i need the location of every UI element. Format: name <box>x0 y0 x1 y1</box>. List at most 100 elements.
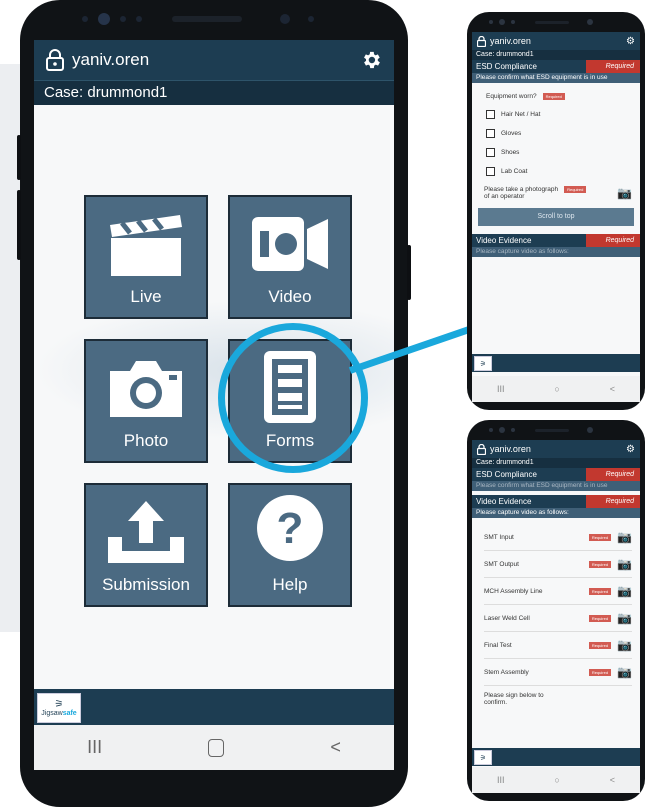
android-nav-bar: III ○ < <box>472 376 640 402</box>
section-prompt: Please confirm what ESD equipment is in … <box>472 73 640 83</box>
checkbox-labcoat[interactable]: Lab Coat <box>486 167 640 176</box>
app-footer: ⚞ <box>472 354 640 372</box>
lock-icon <box>477 35 486 47</box>
gear-icon[interactable] <box>360 49 382 71</box>
mini-required-badge: Required <box>588 641 612 649</box>
video-item-label: SMT Output <box>484 560 519 568</box>
back-button[interactable]: < <box>610 775 615 785</box>
app-header: yaniv.oren <box>34 40 394 80</box>
checkbox-icon[interactable] <box>486 110 495 119</box>
tile-label: Live <box>130 287 162 306</box>
bixby-button <box>17 190 21 260</box>
required-badge: Required <box>586 234 640 247</box>
section-prompt: Please capture video as follows: <box>472 508 640 518</box>
clapperboard-icon <box>110 215 182 276</box>
svg-text:?: ? <box>277 504 304 553</box>
section-title: ESD Compliance <box>476 62 537 71</box>
home-button[interactable]: ○ <box>554 775 559 785</box>
tile-live[interactable]: Live <box>84 195 208 319</box>
jigsawsafe-logo: ⚞ Jigsawsafe <box>37 693 81 723</box>
gear-icon[interactable]: ⚙ <box>626 36 635 47</box>
video-item-laser-weld-cell[interactable]: Laser Weld Cell Required 📷 <box>484 605 632 632</box>
add-video-camera-icon[interactable]: 📷 <box>617 665 632 679</box>
checkbox-label: Hair Net / Hat <box>501 111 541 118</box>
photo-question: Please take a photograph of an operator … <box>484 186 632 200</box>
section-video-evidence[interactable]: Video Evidence Required <box>472 495 640 508</box>
tile-submission[interactable]: Submission <box>84 483 208 607</box>
top-sensors <box>489 427 593 433</box>
photo-prompt: Please take a photograph <box>484 186 559 193</box>
tile-video[interactable]: Video <box>228 195 352 319</box>
forms-highlight-circle <box>218 323 368 473</box>
upload-tray-icon <box>108 501 184 563</box>
back-button[interactable]: < <box>610 384 615 394</box>
app-header: yaniv.oren ⚙ <box>472 32 640 50</box>
home-button[interactable] <box>208 738 225 757</box>
add-video-camera-icon[interactable]: 📷 <box>617 611 632 625</box>
recents-button[interactable]: III <box>497 384 505 394</box>
sign-prompt: Please sign below to confirm. <box>484 692 640 706</box>
video-item-label: MCH Assembly Line <box>484 587 543 595</box>
user-display: yaniv.oren <box>46 49 149 71</box>
jigsawsafe-logo: ⚞ <box>474 750 492 765</box>
form-phone-video: yaniv.oren ⚙ Case: drummond1 ESD Complia… <box>467 420 645 801</box>
required-badge: Required <box>586 495 640 508</box>
required-badge: Required <box>586 468 640 481</box>
tile-label: Submission <box>102 575 190 594</box>
case-bar: Case: drummond1 <box>34 80 394 105</box>
video-item-label: Stem Assembly <box>484 668 529 676</box>
form-phone-esd: yaniv.oren ⚙ Case: drummond1 ESD Complia… <box>467 12 645 410</box>
case-bar: Case: drummond1 <box>472 458 640 468</box>
jigsawsafe-logo: ⚞ <box>474 356 492 371</box>
add-video-camera-icon[interactable]: 📷 <box>617 584 632 598</box>
photo-prompt-cont: of an operator <box>484 193 525 200</box>
add-video-camera-icon[interactable]: 📷 <box>617 557 632 571</box>
add-video-camera-icon[interactable]: 📷 <box>617 638 632 652</box>
video-item-smt-output[interactable]: SMT Output Required 📷 <box>484 551 632 578</box>
checkbox-icon[interactable] <box>486 167 495 176</box>
checkbox-hairnet[interactable]: Hair Net / Hat <box>486 110 640 119</box>
back-button[interactable]: < <box>330 737 341 758</box>
android-nav-bar: III < <box>34 725 394 770</box>
mini-required-badge: Required <box>588 533 612 541</box>
mini-required-badge: Required <box>588 560 612 568</box>
recents-button[interactable]: III <box>497 775 505 785</box>
scroll-to-top-button[interactable]: Scroll to top <box>478 208 634 226</box>
section-video-evidence[interactable]: Video Evidence Required <box>472 234 640 247</box>
camera-icon <box>110 361 182 417</box>
video-camera-icon <box>252 217 328 271</box>
video-item-label: SMT Input <box>484 533 514 541</box>
recents-button[interactable]: III <box>87 737 102 758</box>
video-item-mch-assembly-line[interactable]: MCH Assembly Line Required 📷 <box>484 578 632 605</box>
username: yaniv.oren <box>490 444 531 454</box>
checkbox-icon[interactable] <box>486 148 495 157</box>
mini-required-badge: Required <box>564 186 587 193</box>
section-esd-compliance[interactable]: ESD Compliance Required <box>472 468 640 481</box>
tile-help[interactable]: ? Help <box>228 483 352 607</box>
video-item-final-test[interactable]: Final Test Required 📷 <box>484 632 632 659</box>
username: yaniv.oren <box>490 36 531 46</box>
checkbox-label: Lab Coat <box>501 168 528 175</box>
section-esd-compliance[interactable]: ESD Compliance Required <box>472 60 640 73</box>
android-nav-bar: III ○ < <box>472 767 640 793</box>
video-item-smt-input[interactable]: SMT Input Required 📷 <box>484 524 632 551</box>
gear-icon[interactable]: ⚙ <box>626 444 635 455</box>
username: yaniv.oren <box>72 50 150 69</box>
question-label: Equipment worn? <box>486 93 537 100</box>
video-item-label: Final Test <box>484 641 512 649</box>
checkbox-shoes[interactable]: Shoes <box>486 148 640 157</box>
sign-prompt-line: confirm. <box>484 699 508 706</box>
video-item-stem-assembly[interactable]: Stem Assembly Required 📷 <box>484 659 632 686</box>
tile-photo[interactable]: Photo <box>84 339 208 463</box>
tile-label: Video <box>268 287 312 306</box>
required-badge: Required <box>586 60 640 73</box>
section-prompt: Please capture video as follows: <box>472 247 640 257</box>
app-footer: ⚞ Jigsawsafe <box>34 689 394 725</box>
home-button[interactable]: ○ <box>554 384 559 394</box>
add-photo-camera-icon[interactable]: 📷 <box>617 186 632 200</box>
checkbox-gloves[interactable]: Gloves <box>486 129 640 138</box>
power-button <box>407 245 411 300</box>
add-video-camera-icon[interactable]: 📷 <box>617 530 632 544</box>
section-title: Video Evidence <box>476 497 532 506</box>
checkbox-icon[interactable] <box>486 129 495 138</box>
